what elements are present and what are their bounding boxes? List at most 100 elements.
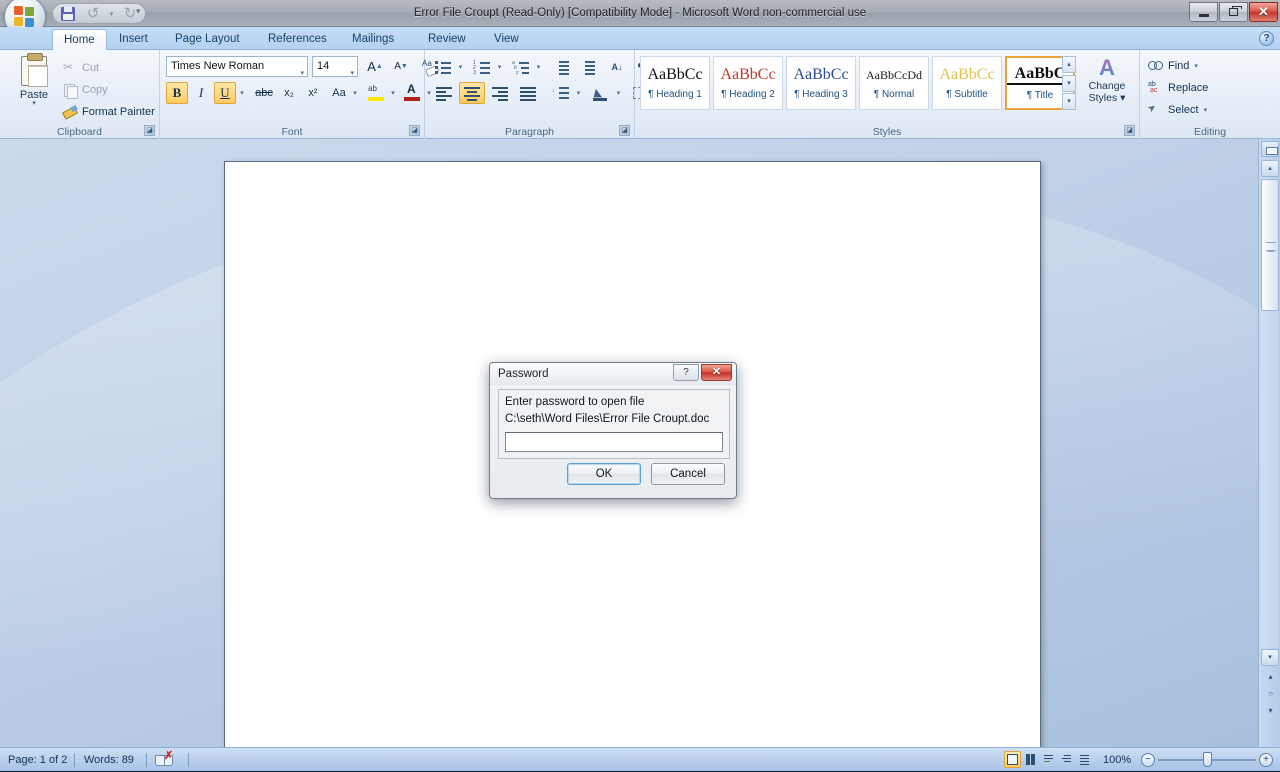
style-subtitle[interactable]: AaBbCc ¶ Subtitle: [932, 56, 1002, 110]
shading-button[interactable]: ◣: [589, 82, 613, 104]
zoom-slider-thumb[interactable]: [1203, 752, 1212, 767]
style-preview: AaBbCc: [934, 66, 1000, 84]
view-web-layout-button[interactable]: [1040, 751, 1057, 768]
page-number-status[interactable]: Page: 1 of 2: [8, 748, 67, 772]
vertical-scrollbar[interactable]: ▴ ▾ ▴ ○ ▾: [1258, 139, 1280, 747]
change-case-dropdown[interactable]: ▾: [350, 82, 360, 104]
align-left-button[interactable]: [431, 82, 457, 104]
cancel-button[interactable]: Cancel: [651, 463, 725, 485]
font-size-combo[interactable]: 14 ▾: [312, 56, 358, 77]
dialog-close-button[interactable]: ✕: [701, 364, 732, 381]
select-browse-object-button[interactable]: ○: [1264, 687, 1277, 700]
line-spacing-button[interactable]: ↕: [549, 82, 573, 104]
scroll-down-button[interactable]: ▾: [1261, 649, 1279, 666]
zoom-level-label[interactable]: 100%: [1103, 748, 1131, 772]
tab-references[interactable]: References: [257, 29, 338, 50]
bullets-dropdown[interactable]: ▾: [455, 56, 466, 78]
strikethrough-button[interactable]: abc: [252, 82, 276, 104]
superscript-label: x²: [308, 87, 317, 99]
sort-button[interactable]: A↓: [605, 56, 629, 78]
highlight-color-button[interactable]: [364, 82, 388, 104]
tab-home[interactable]: Home: [52, 29, 107, 50]
numbering-button[interactable]: 1 2 3: [470, 56, 494, 78]
paragraph-dialog-launcher[interactable]: ◪: [619, 125, 630, 136]
bold-button[interactable]: B: [166, 82, 188, 104]
tab-mailings[interactable]: Mailings: [341, 29, 405, 50]
style-name: ¶ Title: [1027, 90, 1054, 101]
replace-icon: [1148, 81, 1163, 95]
align-center-button[interactable]: [459, 82, 485, 104]
multilevel-list-dropdown[interactable]: ▾: [533, 56, 544, 78]
bullets-button[interactable]: [431, 56, 455, 78]
highlight-color-dropdown[interactable]: ▾: [388, 82, 398, 104]
underline-dropdown[interactable]: ▾: [236, 82, 248, 104]
undo-dropdown[interactable]: ▾: [107, 5, 116, 23]
dialog-help-button[interactable]: ?: [673, 364, 699, 381]
font-dialog-launcher[interactable]: ◪: [409, 125, 420, 136]
multilevel-list-button[interactable]: a b c: [509, 56, 533, 78]
increase-indent-button[interactable]: [577, 56, 601, 78]
styles-more-button[interactable]: ▾: [1062, 93, 1076, 110]
word-count-status[interactable]: Words: 89: [84, 748, 134, 772]
superscript-button[interactable]: x²: [302, 82, 324, 104]
tab-review[interactable]: Review: [417, 29, 477, 50]
style-heading-3[interactable]: AaBbCc ¶ Heading 3: [786, 56, 856, 110]
style-normal[interactable]: AaBbCcDd ¶ Normal: [859, 56, 929, 110]
copy-button[interactable]: Copy: [62, 80, 108, 100]
select-button[interactable]: Select ▾: [1148, 100, 1207, 120]
zoom-in-button[interactable]: +: [1259, 753, 1273, 767]
line-spacing-dropdown[interactable]: ▾: [573, 82, 584, 104]
change-styles-button[interactable]: A Change Styles ▾: [1079, 56, 1135, 116]
grow-font-button[interactable]: A▲: [363, 56, 387, 77]
styles-scroll-up-button[interactable]: ▴: [1062, 56, 1076, 73]
shading-dropdown[interactable]: ▾: [613, 82, 624, 104]
decrease-indent-button[interactable]: [551, 56, 575, 78]
view-outline-button[interactable]: [1058, 751, 1075, 768]
close-button[interactable]: ✕: [1249, 2, 1278, 22]
proofing-errors-icon[interactable]: ✗: [155, 752, 175, 768]
scrollbar-thumb[interactable]: [1261, 179, 1279, 311]
view-print-layout-button[interactable]: [1004, 751, 1021, 768]
clipboard-dialog-launcher[interactable]: ◪: [144, 125, 155, 136]
paste-button[interactable]: Paste ▾: [11, 56, 57, 118]
customize-quick-access-button[interactable]: ▾: [136, 6, 141, 17]
restore-button[interactable]: [1219, 2, 1248, 22]
replace-button[interactable]: Replace: [1148, 78, 1208, 98]
tab-insert[interactable]: Insert: [108, 29, 159, 50]
next-page-button[interactable]: ▾: [1264, 704, 1277, 717]
zoom-out-button[interactable]: −: [1141, 753, 1155, 767]
font-color-button[interactable]: [400, 82, 424, 104]
ok-button[interactable]: OK: [567, 463, 641, 485]
redo-icon: ↻: [124, 7, 137, 21]
format-painter-button[interactable]: Format Painter: [62, 102, 155, 122]
style-heading-1[interactable]: AaBbCc ¶ Heading 1: [640, 56, 710, 110]
tab-view[interactable]: View: [483, 29, 530, 50]
view-full-screen-reading-button[interactable]: [1022, 751, 1039, 768]
shrink-font-label: A: [394, 61, 401, 72]
find-button[interactable]: Find ▾: [1148, 56, 1198, 76]
undo-button[interactable]: ↺: [82, 5, 104, 23]
bold-label: B: [173, 85, 182, 101]
justify-button[interactable]: [515, 82, 541, 104]
cut-button[interactable]: Cut: [62, 58, 99, 78]
font-name-combo[interactable]: Times New Roman ▾: [166, 56, 308, 77]
previous-page-button[interactable]: ▴: [1264, 670, 1277, 683]
shrink-font-button[interactable]: A▼: [389, 56, 413, 77]
styles-scroll-down-button[interactable]: ▾: [1062, 75, 1076, 92]
align-right-button[interactable]: [487, 82, 513, 104]
underline-button[interactable]: U: [214, 82, 236, 104]
split-window-handle[interactable]: [1261, 141, 1279, 157]
password-input[interactable]: [505, 432, 723, 452]
help-icon[interactable]: ?: [1259, 31, 1274, 46]
scroll-up-button[interactable]: ▴: [1261, 160, 1279, 177]
tab-page-layout[interactable]: Page Layout: [164, 29, 251, 50]
styles-dialog-launcher[interactable]: ◪: [1124, 125, 1135, 136]
subscript-button[interactable]: x₂: [278, 82, 300, 104]
italic-button[interactable]: I: [190, 82, 212, 104]
minimize-button[interactable]: [1189, 2, 1218, 22]
view-draft-button[interactable]: [1076, 751, 1093, 768]
style-heading-2[interactable]: AaBbCc ¶ Heading 2: [713, 56, 783, 110]
numbering-dropdown[interactable]: ▾: [494, 56, 505, 78]
save-button[interactable]: [57, 5, 79, 23]
change-case-button[interactable]: Aa: [326, 82, 352, 104]
